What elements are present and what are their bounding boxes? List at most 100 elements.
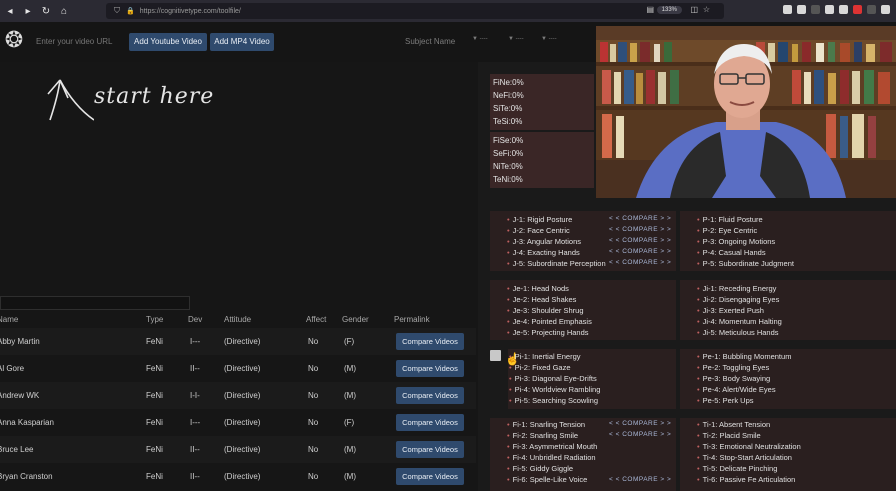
trait-item[interactable]: • Ti-3: Emotional Neutralization xyxy=(697,442,801,451)
trait-checkbox[interactable] xyxy=(490,350,501,361)
trait-item[interactable]: • Pe-4: Alert/Wide Eyes xyxy=(697,385,776,394)
trait-item[interactable]: • Ti-1: Absent Tension xyxy=(697,420,770,429)
trait-item[interactable]: • Ti-4: Stop-Start Articulation xyxy=(697,453,792,462)
trait-item[interactable]: • Pi-1: Inertial Energy xyxy=(509,352,581,361)
trait-item[interactable]: • Pi-4: Worldview Rambling xyxy=(509,385,600,394)
compare-videos-button[interactable]: Compare Videos xyxy=(396,333,464,350)
header-permalink[interactable]: Permalink xyxy=(394,315,430,324)
trait-item[interactable]: • Pi-2: Fixed Gaze xyxy=(509,363,571,372)
trait-item[interactable]: • Fi-3: Asymmetrical Mouth xyxy=(507,442,597,451)
table-row[interactable]: Bryan Cranston FeNi II-- (Directive) No … xyxy=(0,463,476,490)
compare-videos-button[interactable]: Compare Videos xyxy=(396,360,464,377)
trait-item[interactable]: • P-2: Eye Centric xyxy=(697,226,757,235)
cell-attitude: (Directive) xyxy=(224,418,261,427)
trait-item[interactable]: • Je-2: Head Shakes xyxy=(507,295,576,304)
compare-link[interactable]: < < COMPARE > > xyxy=(609,248,671,255)
back-icon[interactable]: ◂ xyxy=(4,6,16,17)
trait-item[interactable]: • Ti-5: Delicate Pinching xyxy=(697,464,777,473)
header-type[interactable]: Type xyxy=(146,315,163,324)
trait-item[interactable]: • Fi-2: Snarling Smile xyxy=(507,431,578,440)
trait-item[interactable]: • Ji-3: Exerted Push xyxy=(697,306,764,315)
cell-dev: II-- xyxy=(190,364,200,373)
cell-attitude: (Directive) xyxy=(224,472,261,481)
trait-item[interactable]: • Ji-5: Meticulous Hands xyxy=(697,328,779,337)
trait-item[interactable]: • Je-1: Head Nods xyxy=(507,284,569,293)
trait-item[interactable]: • P-3: Ongoing Motions xyxy=(697,237,775,246)
trait-item[interactable]: • J-1: Rigid Posture xyxy=(507,215,572,224)
header-gender[interactable]: Gender xyxy=(342,315,369,324)
trait-item[interactable]: • Pi-5: Searching Scowling xyxy=(509,396,598,405)
reload-icon[interactable]: ↻ xyxy=(40,6,52,17)
filter-select-1[interactable]: ▼ ---- xyxy=(472,36,488,42)
trait-item[interactable]: • J-4: Exacting Hands xyxy=(507,248,580,257)
trait-item[interactable]: • Pe-5: Perk Ups xyxy=(697,396,754,405)
download-icon[interactable] xyxy=(783,5,792,14)
trait-item[interactable]: • Je-4: Pointed Emphasis xyxy=(507,317,592,326)
trait-item[interactable]: • P-4: Casual Hands xyxy=(697,248,766,257)
table-row[interactable]: Anna Kasparian FeNi I--- (Directive) No … xyxy=(0,409,476,436)
trait-item[interactable]: • Ji-1: Receding Energy xyxy=(697,284,776,293)
filter-select-3[interactable]: ▼ ---- xyxy=(541,36,557,42)
header-name[interactable]: Name xyxy=(0,315,18,324)
compare-link[interactable]: < < COMPARE > > xyxy=(609,431,671,438)
sidebar-icon[interactable] xyxy=(811,5,820,14)
trait-item[interactable]: • J-5: Subordinate Perception xyxy=(507,259,606,268)
compare-videos-button[interactable]: Compare Videos xyxy=(396,387,464,404)
zoom-level[interactable]: 133% xyxy=(656,6,682,14)
table-row[interactable]: Al Gore FeNi II-- (Directive) No (M) Com… xyxy=(0,355,476,382)
extension-icon[interactable] xyxy=(839,5,848,14)
library-icon[interactable] xyxy=(797,5,806,14)
header-attitude[interactable]: Attitude xyxy=(224,315,251,324)
compare-link[interactable]: < < COMPARE > > xyxy=(609,476,671,483)
trait-item[interactable]: • Fi-5: Giddy Giggle xyxy=(507,464,573,473)
trait-item[interactable]: • J-2: Face Centric xyxy=(507,226,570,235)
trait-item[interactable]: • Fi-6: Spelle-Like Voice xyxy=(507,475,587,484)
home-icon[interactable]: ⌂ xyxy=(58,6,70,17)
compare-link[interactable]: < < COMPARE > > xyxy=(609,259,671,266)
compare-videos-button[interactable]: Compare Videos xyxy=(396,414,464,431)
forward-icon[interactable]: ▸ xyxy=(22,6,34,17)
video-url-input[interactable] xyxy=(36,34,124,50)
trait-item[interactable]: • Pe-3: Body Swaying xyxy=(697,374,770,383)
compare-link[interactable]: < < COMPARE > > xyxy=(609,215,671,222)
header-dev[interactable]: Dev xyxy=(188,315,202,324)
pocket-icon[interactable]: ◫ xyxy=(690,5,698,14)
add-youtube-button[interactable]: Add Youtube Video xyxy=(129,33,207,51)
trait-item[interactable]: • Ji-2: Disengaging Eyes xyxy=(697,295,779,304)
table-row[interactable]: Andrew WK FeNi I-I- (Directive) No (M) C… xyxy=(0,382,476,409)
compare-link[interactable]: < < COMPARE > > xyxy=(609,237,671,244)
address-bar[interactable]: ⛉ 🔒 https://cognitivetype.com/toolfile/ … xyxy=(106,3,724,19)
table-search-input[interactable] xyxy=(0,296,190,310)
table-row[interactable]: Bruce Lee FeNi II-- (Directive) No (M) C… xyxy=(0,436,476,463)
trait-item[interactable]: • Je-5: Projecting Hands xyxy=(507,328,589,337)
add-mp4-button[interactable]: Add MP4 Video xyxy=(210,33,274,51)
trait-item[interactable]: • Pi-3: Diagonal Eye-Drifts xyxy=(509,374,597,383)
table-row[interactable]: Abby Martin FeNi I--- (Directive) No (F)… xyxy=(0,328,476,355)
trait-item[interactable]: • Fi-1: Snarling Tension xyxy=(507,420,585,429)
bookmark-star-icon[interactable]: ☆ xyxy=(703,5,710,14)
compare-videos-button[interactable]: Compare Videos xyxy=(396,441,464,458)
filter-select-2[interactable]: ▼ ---- xyxy=(508,36,524,42)
subject-name-input[interactable]: Subject Name xyxy=(405,34,455,50)
extension-icon[interactable] xyxy=(825,5,834,14)
extension-icon[interactable] xyxy=(853,5,862,14)
trait-item[interactable]: • Ti-6: Passive Fe Articulation xyxy=(697,475,795,484)
extension-icon[interactable] xyxy=(867,5,876,14)
compare-link[interactable]: < < COMPARE > > xyxy=(609,226,671,233)
header-affect[interactable]: Affect xyxy=(306,315,326,324)
compare-videos-button[interactable]: Compare Videos xyxy=(396,468,464,485)
trait-item[interactable]: • Ti-2: Placid Smile xyxy=(697,431,761,440)
menu-icon[interactable] xyxy=(881,5,890,14)
compare-link[interactable]: < < COMPARE > > xyxy=(609,420,671,427)
trait-item[interactable]: • Pe-2: Toggling Eyes xyxy=(697,363,769,372)
trait-item[interactable]: • J-3: Angular Motions xyxy=(507,237,581,246)
trait-item[interactable]: • Ji-4: Momentum Halting xyxy=(697,317,782,326)
logo-icon[interactable]: ❂ xyxy=(2,28,26,52)
trait-item[interactable]: • P-1: Fluid Posture xyxy=(697,215,763,224)
trait-item[interactable]: • Je-3: Shoulder Shrug xyxy=(507,306,584,315)
reader-icon[interactable]: ▤ xyxy=(646,5,654,14)
video-player[interactable] xyxy=(596,26,896,198)
trait-item[interactable]: • Fi-4: Unbridled Radiation xyxy=(507,453,596,462)
trait-item[interactable]: • Pe-1: Bubbling Momentum xyxy=(697,352,791,361)
trait-item[interactable]: • P-5: Subordinate Judgment xyxy=(697,259,794,268)
